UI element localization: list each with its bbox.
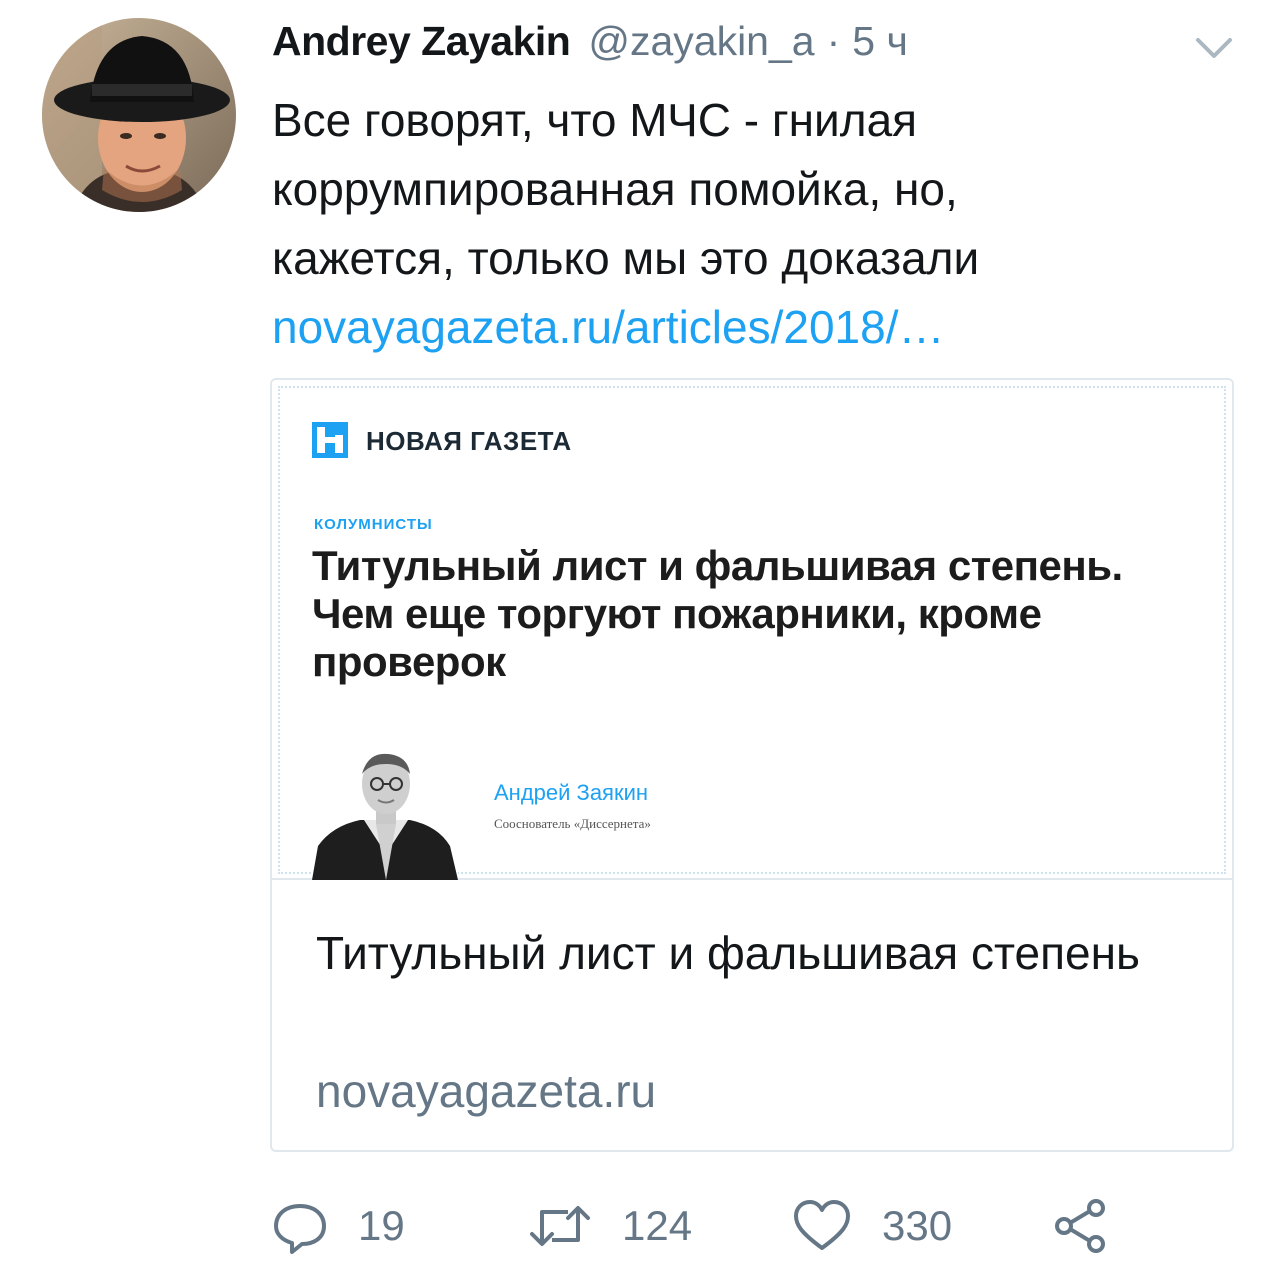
author-avatar[interactable] xyxy=(42,18,236,212)
tweet-actions: 19 124 330 xyxy=(272,1188,1232,1264)
retweet-button[interactable]: 124 xyxy=(528,1188,692,1264)
card-title: Титульный лист и фальшивая степень xyxy=(316,927,1140,979)
novaya-gazeta-logo-icon xyxy=(312,422,348,458)
link-preview-card[interactable]: НОВАЯ ГАЗЕТА КОЛУМНИСТЫ Титульный лист и… xyxy=(270,378,1234,1152)
author-display-name[interactable]: Andrey Zayakin xyxy=(272,18,571,65)
card-body: Титульный лист и фальшивая степень novay… xyxy=(272,882,1232,1150)
article-rubric: КОЛУМНИСТЫ xyxy=(314,516,433,533)
author-photo xyxy=(312,750,458,880)
publication-name: НОВАЯ ГАЗЕТА xyxy=(366,426,572,456)
reply-bubble-icon xyxy=(274,1204,326,1254)
tweet-link[interactable]: novayagazeta.ru/articles/2018/… xyxy=(272,293,1232,362)
tweet-text-line: кажется, только мы это доказали xyxy=(272,232,980,284)
retweet-count: 124 xyxy=(622,1202,693,1249)
separator-dot: · xyxy=(826,18,841,64)
chevron-down-icon[interactable] xyxy=(1194,34,1234,62)
article-author-role: Сооснователь «Диссернета» xyxy=(494,816,651,831)
article-headline: Титульный лист и фальшивая степень. Чем … xyxy=(312,542,1123,685)
card-domain: novayagazeta.ru xyxy=(316,1065,657,1117)
author-handle[interactable]: @zayakin_a xyxy=(588,18,814,65)
tweet-text-line: Все говорят, что МЧС - гнилая xyxy=(272,94,918,146)
like-button[interactable]: 330 xyxy=(792,1188,952,1264)
tweet-timestamp[interactable]: 5 ч xyxy=(852,18,908,65)
tweet-header: Andrey Zayakin @zayakin_a · 5 ч xyxy=(272,18,908,74)
retweet-arrows-icon xyxy=(530,1206,590,1246)
avatar-image xyxy=(42,18,236,212)
reply-button[interactable]: 19 xyxy=(272,1188,405,1264)
like-count: 330 xyxy=(882,1202,953,1249)
reply-count: 19 xyxy=(358,1202,405,1249)
card-image: НОВАЯ ГАЗЕТА КОЛУМНИСТЫ Титульный лист и… xyxy=(272,380,1232,880)
share-button[interactable] xyxy=(1052,1188,1108,1264)
share-nodes-icon xyxy=(1055,1199,1105,1253)
heart-icon xyxy=(794,1200,850,1250)
article-author-name: Андрей Заякин xyxy=(494,780,649,805)
tweet-text-line: коррумпированная помойка, но, xyxy=(272,163,958,215)
tweet-text: Все говорят, что МЧС - гнилая коррумпиро… xyxy=(272,86,1232,362)
